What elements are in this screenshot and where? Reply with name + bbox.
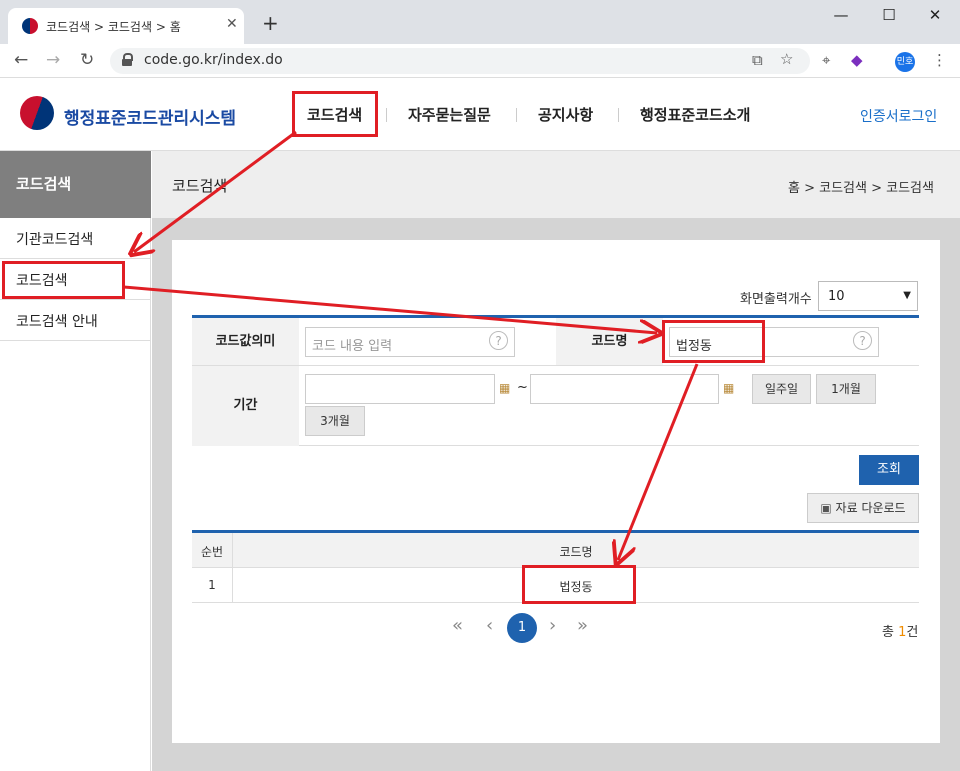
period-label: 기간: [192, 366, 299, 446]
extension-shield-icon[interactable]: ◆: [851, 51, 863, 69]
annotation-box-sidebar: [2, 261, 125, 299]
browser-tab[interactable]: 코드검색 > 코드검색 > 홈 ✕: [8, 8, 244, 44]
address-bar[interactable]: code.go.kr/index.do ⧉ ☆: [110, 48, 810, 74]
site-logo[interactable]: 행정표준코드관리시스템: [64, 104, 236, 129]
period-1month-button[interactable]: 1개월: [816, 374, 876, 404]
tab-close-icon[interactable]: ✕: [226, 16, 238, 32]
annotation-box-result: [522, 565, 636, 604]
period-week-button[interactable]: 일주일: [752, 374, 811, 404]
government-emblem-icon: [20, 96, 54, 130]
lock-icon[interactable]: [122, 53, 133, 67]
page-title: 코드검색: [172, 177, 228, 195]
search-form: 코드값의미 코드 내용 입력 ? 코드명 법정동 ? 기간 ▦ ~ ▦ 일주일 …: [192, 315, 919, 446]
total-suffix: 건: [906, 625, 919, 640]
nav-about[interactable]: 행정표준코드소개: [640, 104, 750, 125]
last-page-icon[interactable]: »: [577, 615, 588, 636]
nav-divider: [386, 108, 387, 122]
content-header: 코드검색 홈 > 코드검색 > 코드검색: [152, 151, 960, 218]
nav-divider: [516, 108, 517, 122]
new-tab-icon[interactable]: +: [262, 13, 279, 33]
site-favicon-icon: [22, 18, 38, 34]
back-icon[interactable]: ←: [14, 50, 28, 70]
code-meaning-help-icon[interactable]: ?: [489, 331, 508, 350]
total-count: 총 1건: [882, 621, 918, 640]
next-page-icon[interactable]: ›: [549, 615, 556, 636]
page-size-select[interactable]: 10 ▼: [818, 281, 918, 311]
annotation-box-nav: [292, 91, 378, 137]
profile-avatar[interactable]: 민호: [895, 52, 915, 72]
maximize-icon[interactable]: ☐: [866, 4, 912, 26]
result-header-row: 순번 코드명: [192, 533, 919, 568]
code-meaning-input[interactable]: 코드 내용 입력: [305, 327, 515, 357]
date-tilde: ~: [517, 380, 528, 395]
sidebar-title: 코드검색: [0, 151, 151, 218]
column-header-name: 코드명: [559, 545, 593, 559]
code-name-label: 코드명: [556, 318, 663, 365]
row-divider: [192, 365, 919, 366]
end-calendar-icon[interactable]: ▦: [723, 381, 734, 395]
reload-icon[interactable]: ↻: [80, 50, 94, 70]
total-prefix: 총: [882, 625, 899, 640]
tab-title: 코드검색 > 코드검색 > 홈: [46, 20, 181, 34]
column-header-no: 순번: [200, 545, 224, 559]
nav-faq[interactable]: 자주묻는질문: [408, 104, 491, 125]
start-calendar-icon[interactable]: ▦: [499, 381, 510, 395]
page-size-value: 10: [828, 289, 845, 304]
sidebar-item-code-guide[interactable]: 코드검색 안내: [0, 300, 151, 341]
row-number: 1: [208, 578, 216, 592]
sidebar: 코드검색 기관코드검색 코드검색 코드검색 안내: [0, 151, 151, 771]
sidebar-item-agency-code[interactable]: 기관코드검색: [0, 218, 151, 259]
code-name-help-icon[interactable]: ?: [853, 331, 872, 350]
browser-tabstrip: 코드검색 > 코드검색 > 홈 ✕ + — ☐ ✕: [0, 0, 960, 44]
nav-divider: [618, 108, 619, 122]
cert-login-link[interactable]: 인증서로그인: [860, 106, 937, 126]
blocked-popup-icon[interactable]: ⧉: [752, 51, 763, 69]
code-meaning-label: 코드값의미: [192, 318, 299, 365]
page-number-current[interactable]: 1: [507, 613, 537, 643]
first-page-icon[interactable]: «: [452, 615, 463, 636]
window-close-icon[interactable]: ✕: [912, 4, 958, 26]
period-3month-button[interactable]: 3개월: [305, 406, 365, 436]
nav-notice[interactable]: 공지사항: [538, 104, 593, 125]
start-date-input[interactable]: [305, 374, 495, 404]
minimize-icon[interactable]: —: [818, 4, 864, 26]
download-label: 자료 다운로드: [835, 501, 906, 515]
annotation-box-code-name: [662, 320, 765, 363]
browser-menu-icon[interactable]: ⋮: [932, 51, 947, 69]
extension-cursor-icon[interactable]: ⌖: [822, 51, 830, 69]
page-size-label: 화면출력개수: [740, 292, 812, 307]
browser-toolbar: ← → ↻ code.go.kr/index.do ⧉ ☆ ⌖ ◆ 민호 ⋮: [0, 44, 960, 78]
end-date-input[interactable]: [530, 374, 719, 404]
bookmark-star-icon[interactable]: ☆: [780, 50, 793, 68]
site-header: 행정표준코드관리시스템 코드검색 자주묻는질문 공지사항 행정표준코드소개 인증…: [0, 78, 960, 151]
download-icon: ▣: [820, 501, 836, 515]
search-submit-button[interactable]: 조회: [859, 455, 919, 485]
download-button[interactable]: ▣ 자료 다운로드: [807, 493, 919, 523]
breadcrumb: 홈 > 코드검색 > 코드검색: [788, 181, 934, 196]
prev-page-icon[interactable]: ‹: [486, 615, 493, 636]
forward-icon[interactable]: →: [46, 50, 60, 70]
url-text[interactable]: code.go.kr/index.do: [144, 52, 283, 68]
dropdown-caret-icon: ▼: [903, 290, 911, 301]
